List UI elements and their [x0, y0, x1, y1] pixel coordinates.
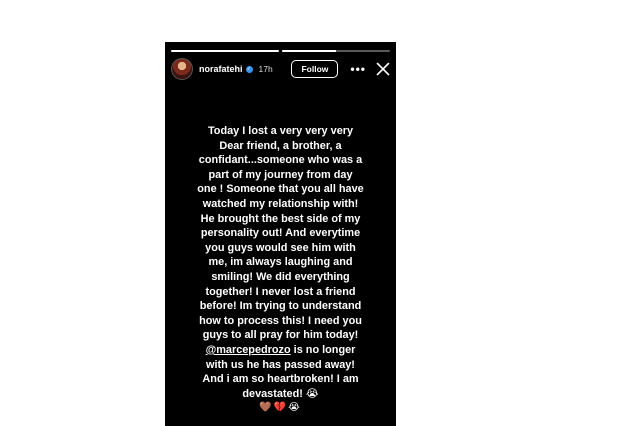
caption-line: And i am so heartbroken! I am [202, 373, 359, 386]
story-header: norafatehi ✓ 17h Follow ••• [171, 58, 390, 80]
story-progress-bar [171, 50, 390, 52]
progress-segment-2 [282, 50, 390, 52]
caption-line: Dear friend, a brother, a [219, 139, 342, 152]
caption-line: how to process this! I need you [199, 314, 362, 327]
story-caption: Today I lost a very very very Dear frien… [173, 124, 388, 416]
close-icon[interactable] [376, 62, 390, 76]
caption-line: guys to all pray for him today! [202, 329, 359, 342]
post-time: 17h [258, 64, 273, 74]
caption-line: personality out! And everytime [200, 227, 361, 240]
caption-emoji-line: 🤎💔😭 [259, 402, 302, 414]
caption-line: Today I lost a very very very [207, 125, 354, 137]
avatar[interactable] [171, 58, 193, 80]
follow-button[interactable]: Follow [291, 60, 339, 78]
mention-link[interactable]: @marcepedrozo [206, 344, 291, 356]
caption-line: part of my journey from day [208, 168, 353, 181]
caption-line: together! I never lost a friend [205, 285, 356, 298]
caption-line: confidant...someone who was a [198, 154, 363, 167]
username[interactable]: norafatehi [199, 64, 243, 74]
caption-line: you guys would see him with [205, 241, 356, 254]
progress-segment-1 [171, 50, 279, 52]
verified-badge-icon: ✓ [245, 65, 253, 73]
caption-line: He brought the best side of my [200, 212, 361, 225]
caption-line: with us he has passed away! [206, 358, 355, 371]
caption-line: watched my relationship with! [202, 197, 359, 210]
caption-line: one ! Someone that you all have [197, 183, 364, 196]
caption-line: me, im always laughing and [208, 256, 353, 269]
caption-text: is no longer [290, 343, 356, 356]
caption-mention-line: @marcepedrozo is no longer [173, 343, 388, 358]
more-options-icon[interactable]: ••• [350, 63, 366, 75]
story-viewer: norafatehi ✓ 17h Follow ••• Today I lost… [165, 42, 396, 426]
caption-line: before! Im trying to understand [199, 300, 362, 313]
caption-line: devastated! 😭 [242, 387, 319, 400]
caption-line: smiling! We did everything [211, 270, 350, 283]
